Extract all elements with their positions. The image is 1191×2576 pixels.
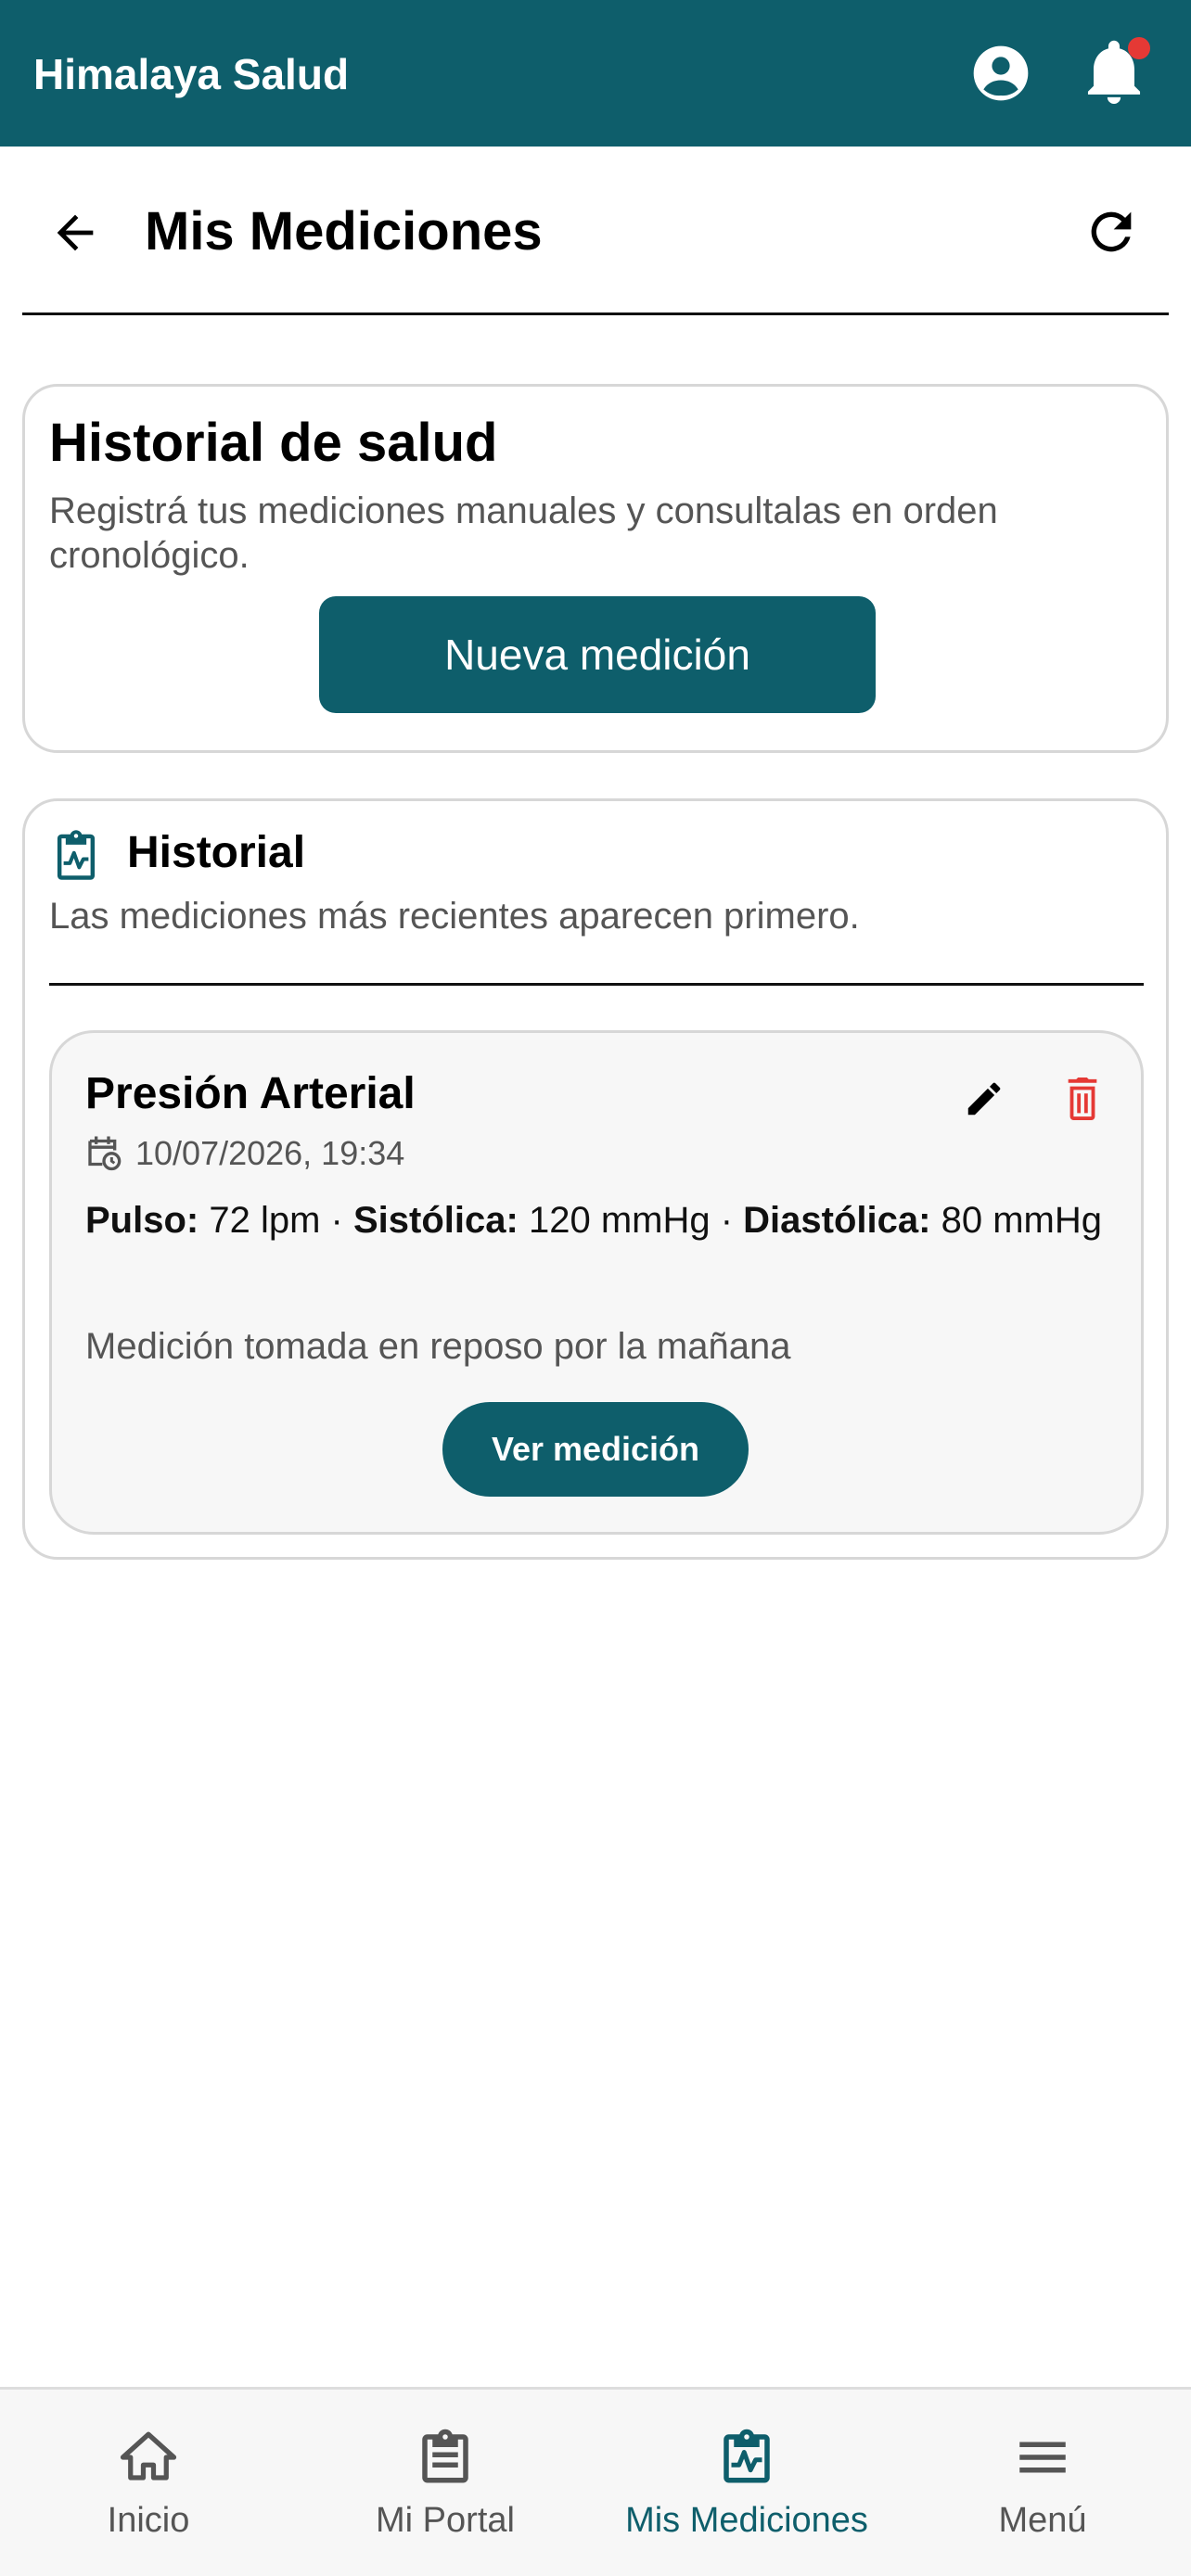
menu-icon (1019, 2442, 1066, 2473)
calendar-clock-icon (88, 1136, 122, 1171)
history-subtitle: Las mediciones más recientes aparecen pr… (49, 896, 860, 937)
page-title: Mis Mediciones (145, 201, 543, 261)
pulse-value: 72 lpm (209, 1200, 321, 1241)
measurement-values: Pulso: 72 lpm · Sistólica: 120 mmHg · Di… (85, 1192, 1124, 1248)
divider (49, 983, 1144, 986)
notification-badge (1128, 37, 1150, 59)
measurement-title: Presión Arterial (85, 1069, 416, 1118)
nav-label: Menú (998, 2501, 1087, 2540)
history-card: Historial Las mediciones más recientes a… (22, 798, 1169, 1560)
pulse-label: Pulso: (85, 1200, 199, 1241)
new-measurement-button[interactable]: Nueva medición (319, 596, 876, 713)
nav-item-mi-portal[interactable]: Mi Portal (352, 2427, 538, 2547)
bottom-navigation: Inicio Mi Portal Mis Mediciones Menú (0, 2387, 1191, 2576)
card-title: Historial de salud (49, 413, 498, 473)
nav-label: Inicio (107, 2501, 190, 2540)
refresh-icon[interactable] (1082, 202, 1141, 261)
diastolic-value: 80 mmHg (941, 1200, 1102, 1241)
nav-item-mis-mediciones[interactable]: Mis Mediciones (603, 2427, 890, 2547)
measurement-datetime: 10/07/2026, 19:34 (135, 1134, 405, 1172)
measurement-note: Medición tomada en reposo por la mañana (85, 1326, 791, 1367)
systolic-value: 120 mmHg (528, 1200, 711, 1241)
app-title: Himalaya Salud (33, 50, 350, 98)
systolic-label: Sistólica: (353, 1200, 519, 1241)
card-description: Registrá tus mediciones manuales y consu… (49, 491, 998, 576)
clipboard-icon (422, 2429, 468, 2483)
history-title: Historial (127, 828, 306, 877)
diastolic-label: Diastólica: (743, 1200, 931, 1241)
nav-item-menu[interactable]: Menú (968, 2427, 1117, 2547)
delete-trash-icon[interactable] (1061, 1076, 1104, 1122)
page-header: Mis Mediciones (22, 148, 1169, 315)
health-history-card: Historial de salud Registrá tus medicion… (22, 384, 1169, 753)
nav-label: Mi Portal (376, 2501, 515, 2540)
nav-item-inicio[interactable]: Inicio (74, 2427, 223, 2547)
app-bar: Himalaya Salud (0, 0, 1191, 147)
home-icon (120, 2431, 177, 2480)
clipboard-pulse-icon (57, 830, 96, 880)
measurement-item: Presión Arterial 10/07/2026, 19:34 Pulso… (49, 1030, 1144, 1535)
nav-label: Mis Mediciones (625, 2501, 868, 2540)
back-arrow-icon[interactable] (48, 206, 102, 260)
account-icon[interactable] (971, 44, 1031, 103)
separator: · (720, 1200, 734, 1241)
clipboard-pulse-icon (724, 2429, 770, 2483)
edit-pencil-icon[interactable] (963, 1078, 1005, 1120)
separator: · (330, 1200, 343, 1241)
view-measurement-button[interactable]: Ver medición (442, 1402, 749, 1497)
